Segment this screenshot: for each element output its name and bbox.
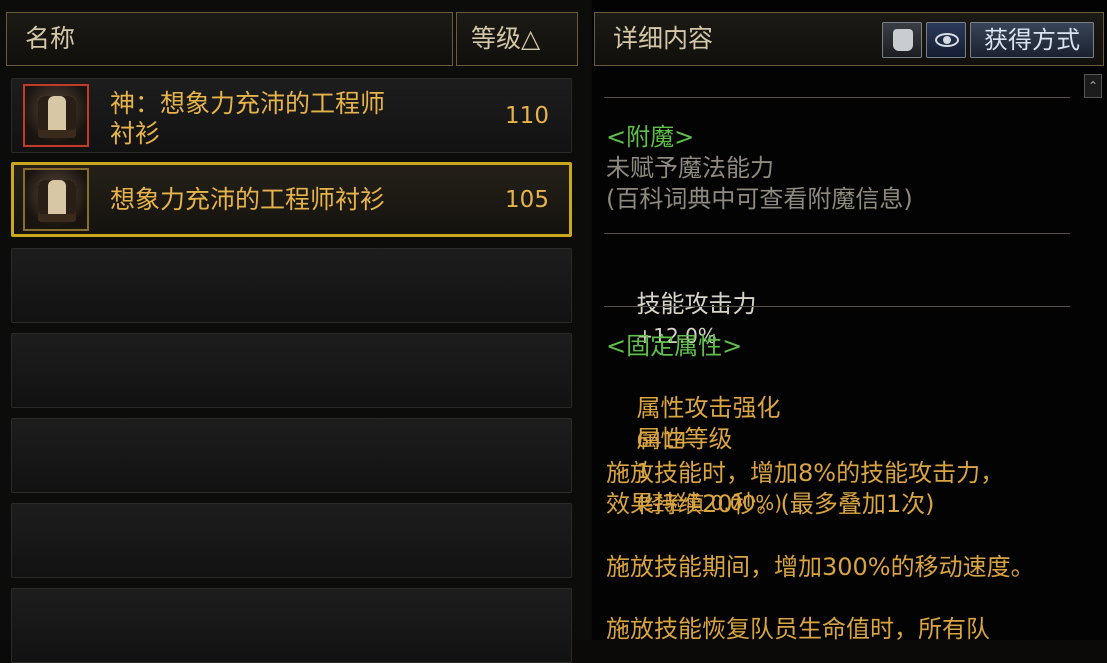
- preview-button[interactable]: [926, 22, 966, 58]
- empty-slot[interactable]: [11, 418, 572, 493]
- item-list-panel: 名称 等级△ 神：想象力充沛的工程师 衬衫 110 想象力充沛的工程师衬衫 10…: [0, 0, 590, 663]
- elem-level-label: 属性等级: [636, 425, 733, 453]
- fixed-attr-header: <固定属性>: [606, 332, 743, 360]
- list-item[interactable]: 神：想象力充沛的工程师 衬衫 110: [11, 78, 572, 153]
- empty-slot[interactable]: [11, 588, 572, 663]
- empty-slot[interactable]: [11, 503, 572, 578]
- armor-view-button[interactable]: [882, 22, 922, 58]
- enchant-text: 未赋予魔法能力: [606, 154, 774, 182]
- divider: [604, 233, 1070, 234]
- item-level: 110: [505, 103, 549, 129]
- list-item-selected[interactable]: 想象力充沛的工程师衬衫 105: [11, 162, 572, 237]
- item-name: 神：想象力充沛的工程师 衬衫: [110, 89, 440, 149]
- detail-title: 详细内容: [613, 24, 714, 53]
- scroll-up-button[interactable]: ⌃: [1084, 74, 1102, 98]
- armor-icon: [893, 29, 913, 51]
- eye-icon: [935, 33, 959, 47]
- empty-slot[interactable]: [11, 333, 572, 408]
- item-name: 想象力充沛的工程师衬衫: [110, 185, 386, 214]
- enchant-header: <附魔>: [606, 123, 695, 151]
- item-name-line1: 神：想象力充沛的工程师: [110, 89, 386, 118]
- detail-panel: 详细内容 获得方式 ⌃ <附魔> 未赋予魔法能力 (百科词典中可查看附魔信息) …: [592, 0, 1107, 643]
- divider: [604, 306, 1070, 307]
- effect2: 施放技能期间，增加300%的移动速度。: [606, 553, 1035, 581]
- level-column-header[interactable]: 等级△: [456, 12, 578, 66]
- effect3: 施放技能恢复队员生命值时，所有队: [606, 615, 990, 643]
- effect1-line2: 效果持续20秒。(最多叠加1次): [606, 490, 935, 518]
- enchant-hint: (百科词典中可查看附魔信息): [606, 185, 913, 213]
- divider: [604, 97, 1070, 98]
- item-name-line2: 衬衫: [110, 119, 161, 148]
- shirt-icon: [23, 168, 89, 231]
- item-level: 105: [505, 187, 549, 213]
- skill-attack-label: 技能攻击力: [636, 290, 757, 318]
- effect1-line1: 施放技能时，增加8%的技能攻击力，: [606, 459, 1005, 487]
- empty-slot[interactable]: [11, 248, 572, 323]
- name-column-header[interactable]: 名称: [6, 12, 453, 66]
- acquisition-button[interactable]: 获得方式: [970, 22, 1094, 58]
- shirt-icon: [23, 84, 89, 147]
